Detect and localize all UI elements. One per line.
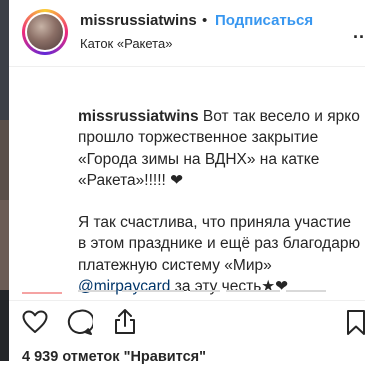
caption-text-2a: Я так счастлива, что приняла участие в э… [78,214,361,274]
caption-paragraph-2: Я так счастлива, что приняла участие в э… [78,212,363,297]
more-options-icon[interactable]: ... [353,22,365,43]
post-header: missrussiatwins • Подписаться Каток «Рак… [9,0,365,67]
bookmark-icon[interactable] [346,309,365,336]
background-photo-edge [0,0,9,361]
separator-dot: • [202,12,208,29]
username-link[interactable]: missrussiatwins [80,12,197,29]
avatar[interactable] [22,9,68,55]
faded-comment-row [78,290,365,300]
location-link[interactable]: Каток «Ракета» [80,36,172,51]
post-caption: missrussiatwins Вот так весело и ярко пр… [78,106,363,297]
faded-marker [22,292,62,294]
caption-username-link[interactable]: missrussiatwins [78,108,199,125]
comment-icon[interactable] [66,309,93,336]
follow-button[interactable]: Подписаться [215,12,313,29]
heart-icon[interactable] [22,310,48,334]
post-actions: 4 939 отметок "Нравится" [9,300,365,365]
likes-count[interactable]: 4 939 отметок "Нравится" [22,349,206,365]
caption-paragraph-1: missrussiatwins Вот так весело и ярко пр… [78,106,363,191]
share-icon[interactable] [113,307,137,335]
